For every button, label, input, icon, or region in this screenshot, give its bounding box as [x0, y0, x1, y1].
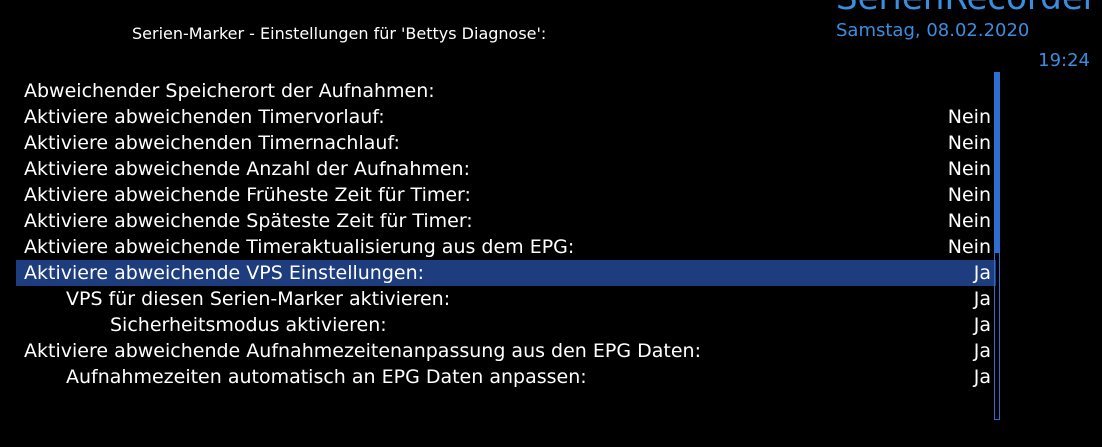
setting-value[interactable]: Ja: [974, 286, 991, 312]
setting-value[interactable]: Ja: [974, 338, 991, 364]
scrollbar[interactable]: [994, 72, 1000, 420]
setting-label: Aktiviere abweichende Späteste Zeit für …: [24, 210, 473, 232]
app-brand-title: SerienRecorder: [836, 0, 1102, 18]
setting-value[interactable]: Nein: [948, 156, 991, 182]
setting-row[interactable]: Aktiviere abweichenden Timervorlauf: Nein: [16, 104, 996, 130]
setting-label: VPS für diesen Serien-Marker aktivieren:: [66, 288, 451, 310]
setting-value[interactable]: Nein: [948, 182, 991, 208]
setting-row[interactable]: Sicherheitsmodus aktivieren: Ja: [16, 312, 996, 338]
setting-value[interactable]: Ja: [974, 364, 991, 390]
setting-value[interactable]: Ja: [974, 312, 991, 338]
setting-value[interactable]: Ja: [974, 260, 991, 286]
setting-row[interactable]: Abweichender Speicherort der Aufnahmen:: [16, 78, 996, 104]
setting-label: Aufnahmezeiten automatisch an EPG Daten …: [66, 366, 587, 388]
setting-row[interactable]: Aktiviere abweichende Früheste Zeit für …: [16, 182, 996, 208]
setting-label: Aktiviere abweichende Früheste Zeit für …: [24, 184, 471, 206]
scrollbar-thumb[interactable]: [995, 73, 999, 253]
setting-row[interactable]: Aktiviere abweichende Späteste Zeit für …: [16, 208, 996, 234]
setting-label: Aktiviere abweichende Timeraktualisierun…: [24, 236, 575, 258]
setting-row[interactable]: Aktiviere abweichende VPS Einstellungen:…: [16, 260, 996, 286]
setting-row[interactable]: Aktiviere abweichende Anzahl der Aufnahm…: [16, 156, 996, 182]
setting-label: Aktiviere abweichende Anzahl der Aufnahm…: [24, 158, 470, 180]
clock-display: 19:24: [1038, 50, 1090, 71]
setting-value[interactable]: Nein: [948, 208, 991, 234]
setting-row[interactable]: Aktiviere abweichenden Timernachlauf: Nei…: [16, 130, 996, 156]
settings-list: Abweichender Speicherort der Aufnahmen: A…: [16, 78, 996, 390]
setting-label: Aktiviere abweichenden Timervorlauf:: [24, 106, 385, 128]
setting-label: Aktiviere abweichende VPS Einstellungen:: [24, 262, 425, 284]
setting-value[interactable]: Nein: [948, 234, 991, 260]
setting-label: Abweichender Speicherort der Aufnahmen:: [24, 80, 435, 102]
setting-row[interactable]: Aufnahmezeiten automatisch an EPG Daten …: [16, 364, 996, 390]
setting-value[interactable]: Nein: [948, 130, 991, 156]
setting-row[interactable]: VPS für diesen Serien-Marker aktivieren:…: [16, 286, 996, 312]
setting-row[interactable]: Aktiviere abweichende Timeraktualisierun…: [16, 234, 996, 260]
date-display: Samstag, 08.02.2020: [836, 20, 1030, 41]
page-title: Serien-Marker - Einstellungen für 'Betty…: [132, 24, 547, 43]
setting-value[interactable]: Nein: [948, 104, 991, 130]
setting-label: Sicherheitsmodus aktivieren:: [110, 314, 387, 336]
setting-label: Aktiviere abweichende Aufnahmezeitenanpa…: [24, 340, 701, 362]
setting-row[interactable]: Aktiviere abweichende Aufnahmezeitenanpa…: [16, 338, 996, 364]
setting-label: Aktiviere abweichenden Timernachlauf:: [24, 132, 400, 154]
